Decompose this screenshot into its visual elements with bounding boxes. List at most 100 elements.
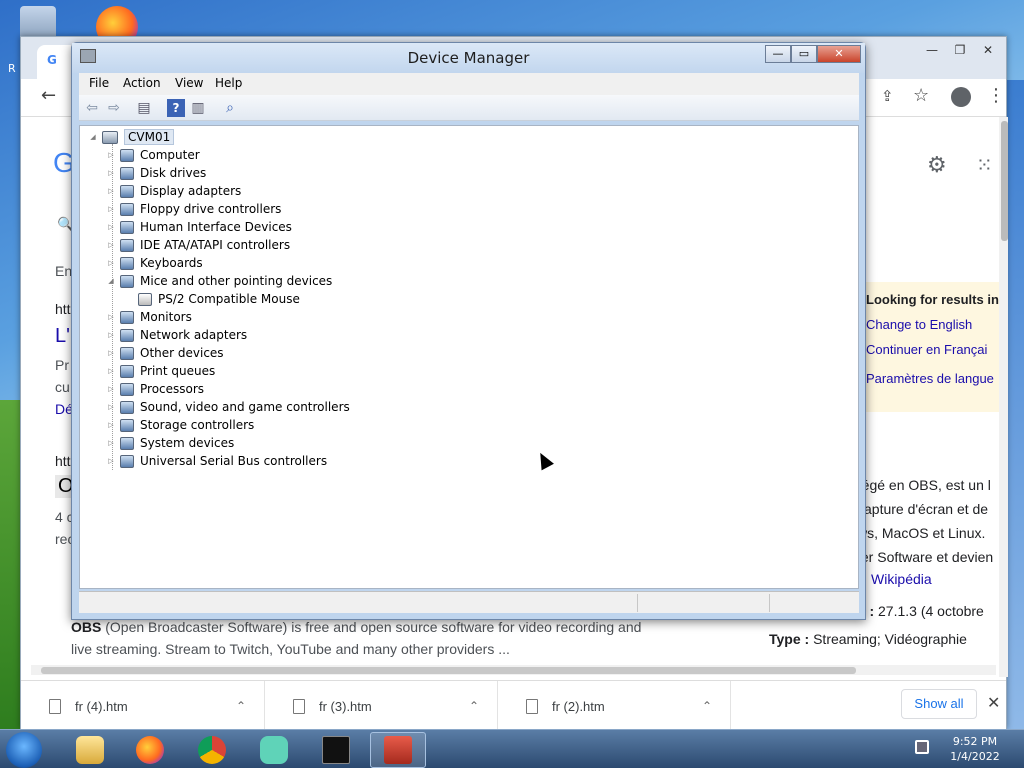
chevron-up-icon[interactable]: ⌃ — [702, 699, 712, 713]
downloads-bar: fr (4).htm ⌃ fr (3).htm ⌃ fr (2).htm ⌃ S… — [21, 680, 1006, 731]
tree-category-disk-drive[interactable]: ▷ Disk drives — [106, 164, 206, 182]
expand-triangle-icon[interactable]: ▷ — [106, 313, 116, 321]
result-title-link[interactable]: L' — [55, 325, 70, 348]
tree-category-monitor[interactable]: ▷ Monitors — [106, 308, 192, 326]
tree-category-hid[interactable]: ▷ Human Interface Devices — [106, 218, 292, 236]
search-result-snippet: OBS (Open Broadcaster Software) is free … — [71, 619, 671, 657]
bookmark-star-icon[interactable]: ☆ — [913, 85, 929, 106]
start-button[interactable] — [6, 732, 42, 768]
collapse-triangle-icon[interactable]: ◢ — [106, 277, 116, 285]
apps-grid-icon[interactable]: ⁙ — [976, 153, 993, 177]
show-hide-icon[interactable]: ▥ — [189, 99, 207, 117]
device-tree: ◢ CVM01 ▷ Computer ▷ Disk drives ▷ Display ad… — [79, 125, 859, 589]
kp-type-value: Streaming; Vidéographie — [813, 631, 967, 647]
result-bold-term: OBS — [71, 619, 102, 635]
scan-hardware-icon[interactable]: ⌕ — [221, 99, 239, 117]
change-to-english-link[interactable]: Change to English — [866, 317, 1000, 332]
tree-category-display-adapter[interactable]: ▷ Display adapters — [106, 182, 241, 200]
expand-triangle-icon[interactable]: ▷ — [106, 187, 116, 195]
device-manager-icon[interactable] — [370, 732, 426, 768]
disk-drive-icon — [120, 166, 134, 180]
tree-category-mouse[interactable]: ◢ Mice and other pointing devices — [106, 272, 332, 290]
continue-in-french-link[interactable]: Continuer en Françai — [866, 342, 1000, 357]
close-icon[interactable]: ✕ — [817, 45, 861, 63]
chevron-up-icon[interactable]: ⌃ — [236, 699, 246, 713]
expand-triangle-icon[interactable]: ▷ — [106, 421, 116, 429]
clock[interactable]: 9:52 PM 1/4/2022 — [940, 734, 1010, 764]
horizontal-scroll-thumb[interactable] — [41, 667, 856, 674]
expand-triangle-icon[interactable]: ▷ — [106, 331, 116, 339]
file-icon — [293, 698, 305, 714]
file-explorer-icon[interactable] — [62, 732, 118, 768]
tree-root[interactable]: ◢ CVM01 — [88, 128, 175, 146]
tree-category-floppy-controller[interactable]: ▷ Floppy drive controllers — [106, 200, 281, 218]
close-downloads-icon[interactable]: ✕ — [987, 693, 1000, 712]
tree-category-processor[interactable]: ▷ Processors — [106, 380, 204, 398]
menu-action[interactable]: Action — [123, 76, 161, 90]
download-item[interactable]: fr (4).htm ⌃ — [21, 681, 265, 731]
expand-triangle-icon[interactable]: ▷ — [106, 457, 116, 465]
chrome-menu-icon[interactable]: ⋮ — [987, 85, 1005, 106]
firefox-icon[interactable] — [122, 732, 178, 768]
tree-category-ide-controller[interactable]: ▷ IDE ATA/ATAPI controllers — [106, 236, 290, 254]
expand-triangle-icon[interactable]: ▷ — [106, 385, 116, 393]
menu-help[interactable]: Help — [215, 76, 242, 90]
fragment-text: Pr — [55, 357, 69, 373]
title-bar[interactable]: Device Manager — ▭ ✕ — [72, 43, 865, 73]
network-adapter-icon — [120, 328, 134, 342]
cmd-icon[interactable] — [308, 732, 364, 768]
vertical-scroll-thumb[interactable] — [1001, 121, 1008, 241]
expand-triangle-icon[interactable]: ▷ — [106, 169, 116, 177]
chrome-icon[interactable] — [184, 732, 240, 768]
tree-category-usb[interactable]: ▷ Universal Serial Bus controllers — [106, 452, 327, 470]
help-icon[interactable]: ? — [167, 99, 185, 117]
tree-category-speaker[interactable]: ▷ Sound, video and game controllers — [106, 398, 349, 416]
status-bar — [79, 591, 859, 613]
chevron-up-icon[interactable]: ⌃ — [469, 699, 479, 713]
share-icon[interactable]: ⇪ — [881, 87, 894, 105]
tree-device-item[interactable]: PS/2 Compatible Mouse — [138, 290, 300, 308]
expand-triangle-icon[interactable]: ▷ — [106, 403, 116, 411]
tree-category-computer[interactable]: ▷ Computer — [106, 146, 199, 164]
download-item[interactable]: fr (3).htm ⌃ — [265, 681, 498, 731]
close-icon[interactable]: ✕ — [976, 41, 1000, 59]
tree-category-keyboard[interactable]: ▷ Keyboards — [106, 254, 202, 272]
download-item[interactable]: fr (2).htm ⌃ — [498, 681, 731, 731]
speaker-icon — [120, 400, 134, 414]
expand-triangle-icon[interactable]: ▷ — [106, 241, 116, 249]
forward-icon[interactable]: ⇨ — [105, 99, 123, 117]
minimize-icon[interactable]: — — [920, 41, 944, 59]
maximize-icon[interactable]: ▭ — [791, 45, 817, 63]
expand-triangle-icon[interactable]: ▷ — [106, 367, 116, 375]
properties-icon[interactable]: ▤ — [135, 99, 153, 117]
tree-category-storage-controller[interactable]: ▷ Storage controllers — [106, 416, 254, 434]
language-settings-link[interactable]: Paramètres de langue — [866, 371, 1000, 386]
expand-triangle-icon[interactable]: ▷ — [106, 151, 116, 159]
expand-triangle-icon[interactable]: ▷ — [106, 439, 116, 447]
hid-icon — [120, 220, 134, 234]
back-icon[interactable]: ⇦ — [83, 99, 101, 117]
collapse-triangle-icon[interactable]: ◢ — [88, 133, 98, 141]
tree-category-printer[interactable]: ▷ Print queues — [106, 362, 215, 380]
back-arrow-icon[interactable]: ← — [41, 85, 56, 106]
tree-category-network-adapter[interactable]: ▷ Network adapters — [106, 326, 247, 344]
menu-view[interactable]: View — [175, 76, 203, 90]
expand-triangle-icon[interactable]: ▷ — [106, 205, 116, 213]
minimize-icon[interactable]: — — [765, 45, 791, 63]
expand-triangle-icon[interactable]: ▷ — [106, 259, 116, 267]
show-all-button[interactable]: Show all — [901, 689, 977, 719]
profile-avatar-icon[interactable] — [951, 87, 971, 107]
tree-category-other-devices[interactable]: ▷ Other devices — [106, 344, 223, 362]
network-tray-icon[interactable] — [915, 740, 929, 754]
snippet-line: live streaming. Stream to Twitch, YouTub… — [71, 641, 510, 657]
maximize-icon[interactable]: ❐ — [948, 41, 972, 59]
tree-category-system-device[interactable]: ▷ System devices — [106, 434, 234, 452]
toolbar: ⇦ ⇨ ▤ ? ▥ ⌕ — [79, 95, 859, 121]
download-filename: fr (3).htm — [319, 698, 372, 714]
expand-triangle-icon[interactable]: ▷ — [106, 349, 116, 357]
menu-file[interactable]: File — [89, 76, 109, 90]
expand-triangle-icon[interactable]: ▷ — [106, 223, 116, 231]
menu-bar: File Action View Help — [79, 73, 859, 95]
app-icon[interactable] — [246, 732, 302, 768]
settings-gear-icon[interactable]: ⚙ — [927, 153, 947, 178]
